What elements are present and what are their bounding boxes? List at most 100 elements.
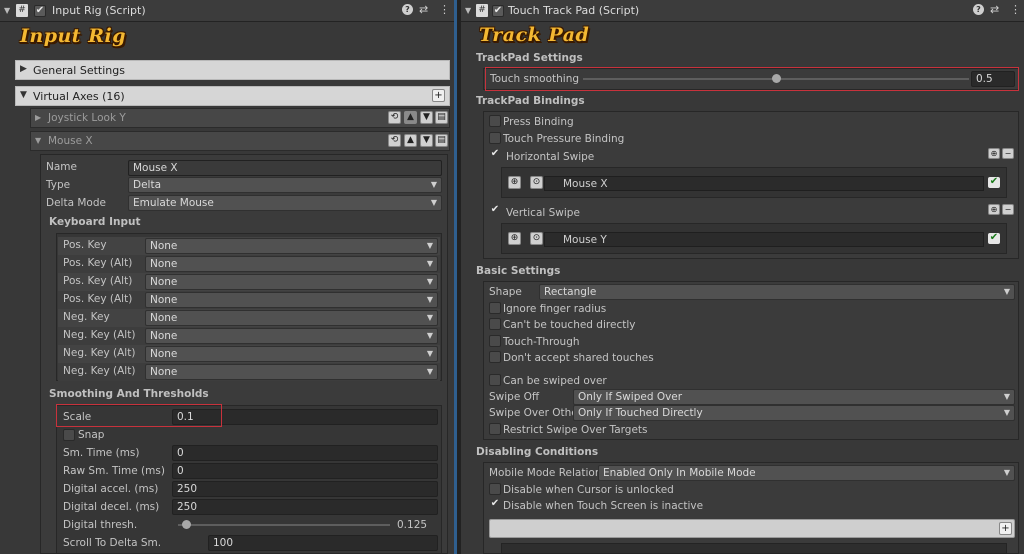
horizontal-swipe-checkbox[interactable]: ✔ <box>489 149 501 161</box>
cursor-unlocked-label: Disable when Cursor is unlocked <box>503 484 674 496</box>
axis-joystick-look-y[interactable]: ▶ Joystick Look Y ⟲ ▲ ▼ ▤ <box>30 108 450 128</box>
help-icon[interactable]: ? <box>402 4 413 15</box>
swipe-off-dropdown[interactable]: Only If Swiped Over ▼ <box>573 389 1015 405</box>
script-icon: # <box>476 4 488 17</box>
move-up-icon[interactable]: ▲ <box>404 134 417 147</box>
condition-list-box <box>501 543 1007 554</box>
key-dropdown[interactable]: None ▼ <box>145 238 438 254</box>
numeric-field[interactable]: 250 <box>172 499 438 515</box>
key-dropdown[interactable]: None ▼ <box>145 256 438 272</box>
cant-touch-checkbox[interactable] <box>489 318 501 330</box>
digital-thresh-value[interactable]: 0.125 <box>397 519 427 531</box>
delete-icon[interactable]: ▤ <box>435 134 448 147</box>
add-condition-bar[interactable]: + <box>489 519 1015 538</box>
move-up-icon[interactable]: ▲ <box>404 111 417 124</box>
digital-thresh-track[interactable] <box>178 524 390 526</box>
add-icon[interactable]: + <box>999 522 1012 535</box>
chevron-down-icon: ▼ <box>426 241 433 250</box>
link-icon[interactable]: ⟲ <box>388 111 401 124</box>
delete-icon[interactable]: ▤ <box>435 111 448 124</box>
help-icon[interactable]: ? <box>973 4 984 15</box>
dont-accept-shared-checkbox[interactable] <box>489 351 501 363</box>
key-dropdown[interactable]: None ▼ <box>145 310 438 326</box>
axis-mouse-x[interactable]: ▼ Mouse X ⟲ ▲ ▼ ▤ <box>30 131 450 151</box>
vertical-swipe-axis-field[interactable]: Mouse Y <box>544 232 984 247</box>
foldout-arrow-icon[interactable]: ▼ <box>465 6 471 15</box>
ignore-finger-radius-checkbox[interactable] <box>489 302 501 314</box>
pressure-binding-checkbox[interactable] <box>489 132 501 144</box>
delta-mode-dropdown[interactable]: Emulate Mouse ▼ <box>128 195 442 211</box>
move-down-icon[interactable]: ▼ <box>420 134 433 147</box>
move-down-icon[interactable]: ▼ <box>420 111 433 124</box>
touch-screen-inactive-checkbox[interactable]: ✔ <box>489 499 501 511</box>
add-binding-icon[interactable]: ⊕ <box>988 148 1000 159</box>
chevron-down-icon: ▼ <box>1003 287 1010 296</box>
cursor-unlocked-checkbox[interactable] <box>489 483 501 495</box>
axis-enabled-check-icon[interactable]: ✔ <box>988 177 1000 188</box>
axis-options-icon[interactable]: ⊙ <box>530 232 543 245</box>
foldout-arrow-icon[interactable]: ▼ <box>4 6 10 15</box>
chevron-down-icon: ▼ <box>430 198 437 207</box>
component-header[interactable]: ▼ # ✔ Input Rig (Script) ? ⇄ ⋮ <box>0 0 454 22</box>
can-be-swiped-over-label: Can be swiped over <box>503 375 607 387</box>
vertical-swipe-label: Vertical Swipe <box>506 207 580 219</box>
vertical-swipe-checkbox[interactable]: ✔ <box>489 205 501 217</box>
axis-enabled-check-icon[interactable]: ✔ <box>988 233 1000 244</box>
chevron-down-icon: ▼ <box>426 349 433 358</box>
horizontal-swipe-axis-field[interactable]: Mouse X <box>544 176 984 191</box>
pressure-binding-label: Touch Pressure Binding <box>503 133 625 145</box>
add-binding-icon[interactable]: ⊕ <box>988 204 1000 215</box>
restrict-swipe-checkbox[interactable] <box>489 423 501 435</box>
add-axis-icon[interactable]: + <box>432 89 445 102</box>
enabled-checkbox[interactable]: ✔ <box>34 5 46 17</box>
preset-icon[interactable]: ⇄ <box>990 3 999 16</box>
restrict-swipe-label: Restrict Swipe Over Targets <box>503 424 648 436</box>
collapse-arrow-icon: ▼ <box>20 90 27 100</box>
mobile-mode-dropdown[interactable]: Enabled Only In Mobile Mode ▼ <box>598 465 1015 481</box>
scroll-to-delta-field[interactable]: 100 <box>208 535 438 551</box>
scroll-to-delta-label: Scroll To Delta Sm. <box>63 537 162 549</box>
chevron-down-icon: ▼ <box>426 259 433 268</box>
key-dropdown[interactable]: None ▼ <box>145 346 438 362</box>
press-binding-checkbox[interactable] <box>489 115 501 127</box>
key-dropdown[interactable]: None ▼ <box>145 292 438 308</box>
shape-dropdown[interactable]: Rectangle ▼ <box>539 284 1015 300</box>
component-title: Input Rig (Script) <box>52 4 146 17</box>
touch-through-checkbox[interactable] <box>489 335 501 347</box>
key-dropdown[interactable]: None ▼ <box>145 274 438 290</box>
numeric-field[interactable]: 250 <box>172 481 438 497</box>
general-settings-foldout[interactable]: ▶ General Settings <box>15 60 450 80</box>
name-label: Name <box>46 161 77 173</box>
virtual-axes-foldout[interactable]: ▼ Virtual Axes (16) + <box>15 86 450 106</box>
can-be-swiped-over-checkbox[interactable] <box>489 374 501 386</box>
axis-binding-icon[interactable]: ⊕ <box>508 232 521 245</box>
chevron-down-icon: ▼ <box>426 313 433 322</box>
script-icon: # <box>16 4 28 17</box>
key-dropdown[interactable]: None ▼ <box>145 328 438 344</box>
key-label: Pos. Key (Alt) <box>63 275 133 287</box>
link-icon[interactable]: ⟲ <box>388 134 401 147</box>
remove-binding-icon[interactable]: − <box>1002 148 1014 159</box>
disabling-conditions-title: Disabling Conditions <box>476 446 599 458</box>
field-label: Digital decel. (ms) <box>63 501 160 513</box>
snap-checkbox[interactable] <box>63 429 75 441</box>
axis-options-icon[interactable]: ⊙ <box>530 176 543 189</box>
more-menu-icon[interactable]: ⋮ <box>1010 3 1021 16</box>
preset-icon[interactable]: ⇄ <box>419 3 428 16</box>
name-field[interactable]: Mouse X <box>128 160 442 176</box>
numeric-field[interactable]: 0 <box>172 463 438 479</box>
track-pad-logo: Track Pad <box>479 24 590 46</box>
axis-binding-icon[interactable]: ⊕ <box>508 176 521 189</box>
remove-binding-icon[interactable]: − <box>1002 204 1014 215</box>
component-header[interactable]: ▼ # ✔ Touch Track Pad (Script) ? ⇄ ⋮ <box>461 0 1024 22</box>
component-title: Touch Track Pad (Script) <box>508 4 640 17</box>
expand-arrow-icon: ▶ <box>35 113 42 122</box>
type-dropdown[interactable]: Delta ▼ <box>128 177 442 193</box>
numeric-field[interactable]: 0 <box>172 445 438 461</box>
key-dropdown[interactable]: None ▼ <box>145 364 438 380</box>
press-binding-label: Press Binding <box>503 116 574 128</box>
swipe-over-other-dropdown[interactable]: Only If Touched Directly ▼ <box>573 405 1015 421</box>
touch-track-pad-inspector: ▼ # ✔ Touch Track Pad (Script) ? ⇄ ⋮ Tra… <box>461 0 1024 554</box>
more-menu-icon[interactable]: ⋮ <box>439 3 450 16</box>
enabled-checkbox[interactable]: ✔ <box>492 5 504 17</box>
